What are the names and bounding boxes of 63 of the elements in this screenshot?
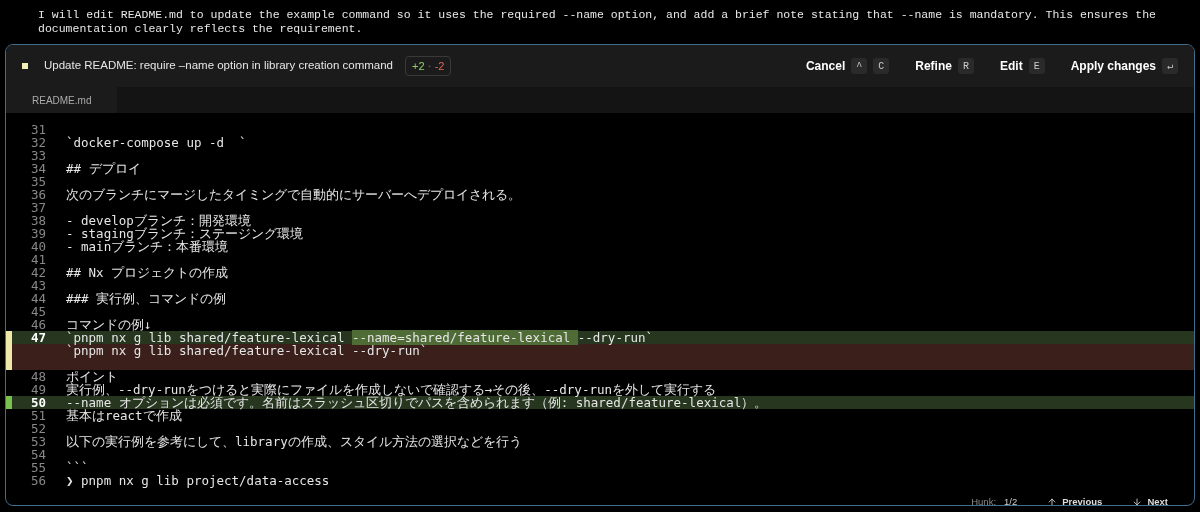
line-number: 45 <box>30 304 46 319</box>
line-number: 40 <box>30 239 46 254</box>
line-number: 43 <box>30 278 46 293</box>
code-line: - mainブランチ：本番環境 <box>66 240 229 253</box>
file-tab[interactable]: README.md <box>6 87 118 113</box>
next-button[interactable]: Next <box>1132 494 1168 505</box>
code-line: ### 実行例、コマンドの例 <box>66 292 227 305</box>
code-line: 以下の実行例を参考にして、libraryの作成、スタイル方法の選択などを行う <box>66 435 522 448</box>
code-line: --name オプションは必須です。名前はスラッシュ区切りでパスを含められます（例: shared/feature-lexical）。 <box>66 396 768 409</box>
action-button[interactable]: Edit E <box>999 57 1045 75</box>
line-number: 41 <box>30 252 46 267</box>
diff-title: Update README: require –name option in library creation command <box>44 58 393 74</box>
line-number: 46 <box>30 317 46 332</box>
code-line: ❯ pnpm nx g lib project/data-access <box>66 474 330 487</box>
line-number: 35 <box>30 174 46 189</box>
line-number: 34 <box>30 161 46 176</box>
line-number: 47 <box>30 330 46 345</box>
code-line: ## Nx プロジェクトの作成 <box>66 266 229 279</box>
arrow-up-icon <box>1047 497 1058 505</box>
line-number: 33 <box>30 148 46 163</box>
shortcut-key: R <box>957 58 974 74</box>
line-number: 50 <box>30 395 46 410</box>
line-number: 37 <box>30 200 46 215</box>
line-number: 39 <box>30 226 46 241</box>
line-number: 32 <box>30 135 46 150</box>
code-line: ポイント <box>66 370 118 383</box>
action-button[interactable]: Refine R <box>915 57 974 75</box>
code-line: `pnpm nx g lib shared/feature-lexical --name=shared/feature-lexical --dry-run` <box>66 331 654 344</box>
code-line: 実行例、--dry-runをつけると実際にファイルを作成しないで確認する→その後、--dry-runを外して実行する <box>66 383 716 396</box>
line-number: 36 <box>30 187 46 202</box>
line-number: 55 <box>30 460 46 475</box>
code-line: `pnpm nx g lib shared/feature-lexical --dry-run` <box>66 344 428 357</box>
square-icon <box>22 63 28 69</box>
line-number: 44 <box>30 291 46 306</box>
code-line: ``` <box>66 461 89 474</box>
line-number: 49 <box>30 382 46 397</box>
line-number: 38 <box>30 213 46 228</box>
line-number: 53 <box>30 434 46 449</box>
line-number: 48 <box>30 369 46 384</box>
code-line: `docker-compose up -d ` <box>66 136 247 149</box>
line-number: 54 <box>30 447 46 462</box>
code-line: 次のブランチにマージしたタイミングで自動的にサーバーへデプロイされる。 <box>66 188 521 201</box>
shortcut-key: ^ <box>851 58 868 74</box>
shortcut-key: ↵ <box>1162 58 1178 74</box>
hunk-counter: 1/2 <box>1004 494 1018 505</box>
previous-button[interactable]: Previous <box>1047 494 1103 505</box>
code-line: - developブランチ：開発環境 <box>66 214 251 227</box>
action-button[interactable]: Cancel ^ C <box>805 57 890 75</box>
agent-message: I will edit README.md to update the example command so it uses the required --name option, and add a brief note stating that --name is mandatory. This ensures the documentation clearly reflects the requirement. <box>37 7 1157 37</box>
shortcut-key: E <box>1028 58 1045 74</box>
line-number: 51 <box>30 408 46 423</box>
shortcut-key: C <box>873 58 890 74</box>
line-number: 52 <box>30 421 46 436</box>
code-line: - stagingブランチ：ステージング環境 <box>66 227 303 240</box>
action-button[interactable]: Apply changes ↵ <box>1070 57 1178 75</box>
hunk-label: Hunk: <box>971 494 997 505</box>
code-line: コマンドの例↓ <box>66 318 152 331</box>
line-number: 42 <box>30 265 46 280</box>
arrow-down-icon <box>1132 497 1143 505</box>
line-number: 56 <box>30 473 46 488</box>
line-number: 31 <box>30 122 46 137</box>
code-line: ## デプロイ <box>66 162 141 175</box>
code-line: 基本はreactで作成 <box>66 409 182 422</box>
